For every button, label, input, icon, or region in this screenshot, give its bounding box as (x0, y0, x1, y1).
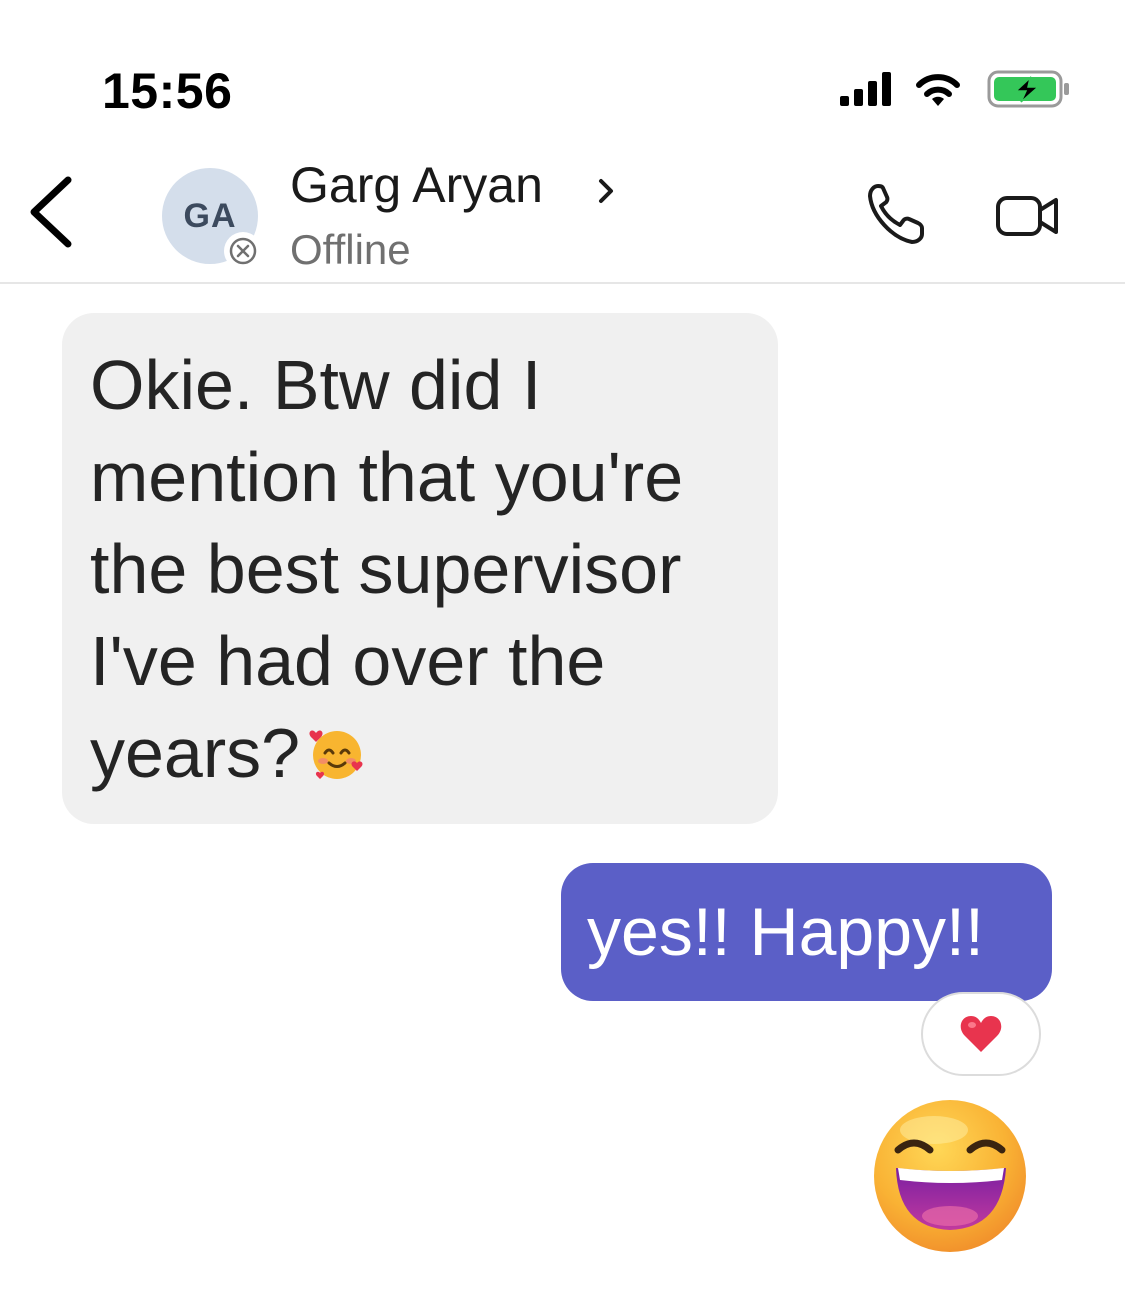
battery-charging-icon (987, 70, 1069, 108)
signal-icon (840, 72, 891, 106)
grinning-face-icon[interactable] (872, 1100, 1030, 1258)
status-icons (840, 70, 1069, 108)
status-time: 15:56 (102, 63, 233, 119)
smiling-face-with-hearts-icon (309, 730, 363, 779)
message-text: yes!! Happy!! (587, 894, 984, 970)
heart-icon (960, 1016, 1002, 1052)
chevron-right-icon[interactable] (596, 176, 616, 206)
back-button[interactable] (24, 172, 80, 252)
incoming-message[interactable]: Okie. Btw did I mention that you're the … (62, 313, 778, 824)
contact-name[interactable]: Garg Aryan (290, 156, 543, 214)
message-text: Okie. Btw did I mention that you're the … (90, 346, 684, 792)
chat-screen: 15:56 GA Garg Aryan Offline Okie. Btw di… (0, 0, 1125, 1300)
avatar-initials: GA (183, 196, 237, 235)
outgoing-message[interactable]: yes!! Happy!! (561, 863, 1052, 1001)
message-reaction[interactable] (921, 992, 1041, 1076)
wifi-icon (916, 74, 960, 106)
audio-call-button[interactable] (866, 180, 926, 246)
offline-status-icon (224, 232, 262, 270)
video-call-button[interactable] (994, 192, 1062, 240)
contact-presence-status: Offline (290, 226, 411, 273)
header-divider (0, 282, 1125, 284)
